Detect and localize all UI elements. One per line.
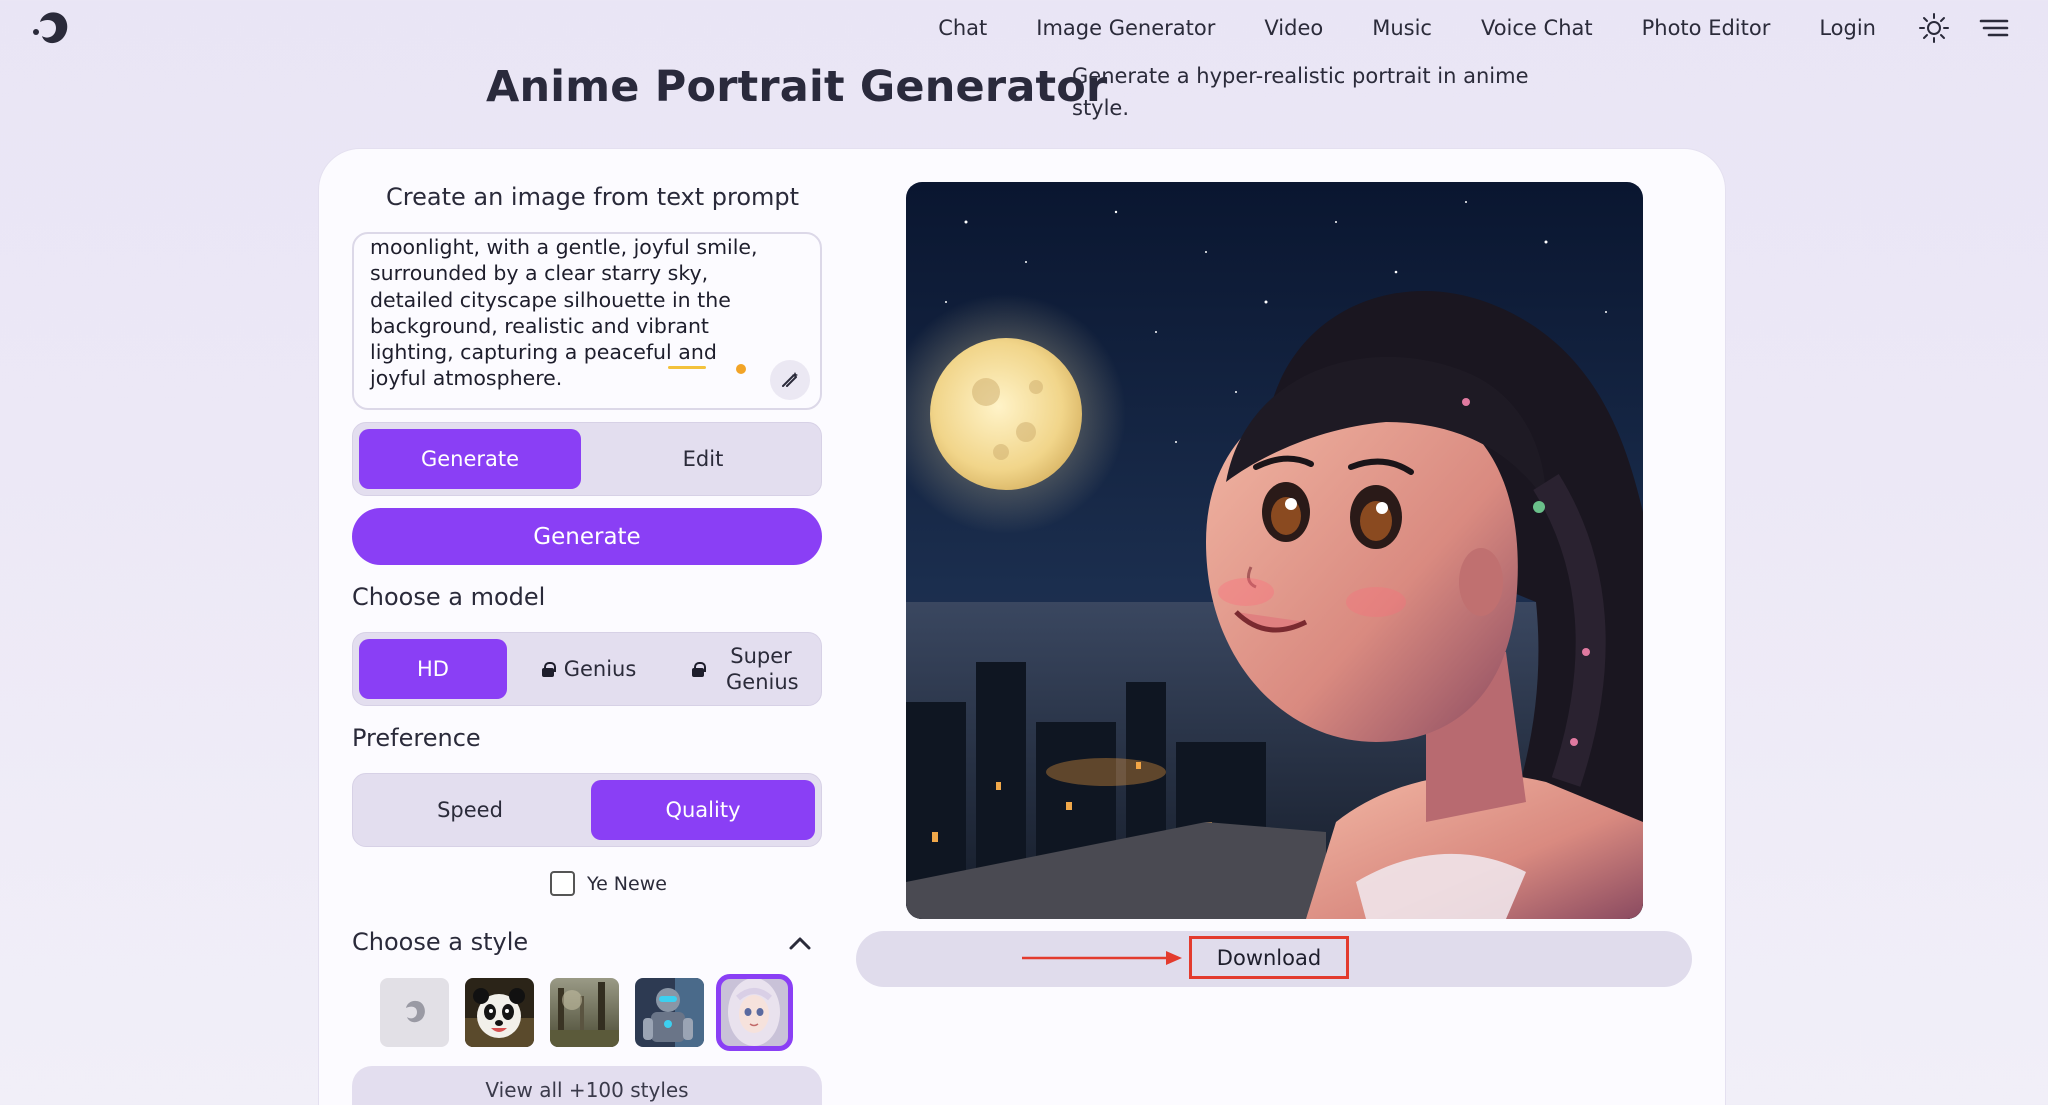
nav-chat[interactable]: Chat (938, 16, 987, 40)
model-option-super-genius-label: Super Genius (726, 644, 799, 694)
enhance-prompt-button[interactable] (770, 360, 810, 400)
style-thumb-robot[interactable] (635, 978, 704, 1047)
status-dot (736, 364, 746, 374)
chevron-up-icon[interactable] (788, 934, 812, 952)
preference-selector: Speed Quality (352, 773, 822, 847)
preference-speed[interactable]: Speed (359, 780, 581, 840)
style-thumbnails (380, 974, 805, 1051)
panda-image (465, 978, 534, 1047)
nav-login[interactable]: Login (1819, 16, 1876, 40)
preference-label: Preference (352, 724, 481, 752)
nav-video[interactable]: Video (1264, 16, 1323, 40)
spellcheck-underline (668, 366, 706, 369)
style-thumb-forest[interactable] (550, 978, 619, 1047)
anime-girl-image (720, 978, 789, 1047)
style-thumb-anime-girl[interactable] (716, 974, 793, 1051)
generated-image (906, 182, 1643, 919)
top-nav: Chat Image Generator Video Music Voice C… (938, 0, 2048, 56)
model-option-genius[interactable]: Genius (515, 639, 663, 699)
ye-newe-label: Ye Newe (587, 872, 667, 895)
model-label: Choose a model (352, 583, 546, 611)
page-title: Anime Portrait Generator (486, 62, 1108, 112)
nav-image-generator[interactable]: Image Generator (1036, 16, 1215, 40)
style-thumb-default[interactable] (380, 978, 449, 1047)
hamburger-menu-icon[interactable] (1978, 12, 2010, 44)
lock-icon (692, 662, 706, 677)
arrow-right-icon (1022, 951, 1182, 965)
tab-edit[interactable]: Edit (591, 429, 815, 489)
style-label: Choose a style (352, 928, 529, 956)
model-option-hd[interactable]: HD (359, 639, 507, 699)
ye-newe-option[interactable]: Ye Newe (550, 871, 667, 896)
download-button[interactable]: Download (1189, 936, 1349, 979)
tab-generate[interactable]: Generate (359, 429, 581, 489)
theme-toggle-sun-icon[interactable] (1918, 12, 1950, 44)
default-style-logo-icon (406, 1000, 425, 1023)
preference-quality[interactable]: Quality (591, 780, 815, 840)
magic-wand-icon (782, 372, 798, 387)
generate-button[interactable]: Generate (352, 508, 822, 565)
model-option-super-genius[interactable]: Super Genius (671, 639, 817, 699)
model-selector: HD Genius Super Genius (352, 632, 822, 706)
generated-portrait-image (906, 182, 1643, 919)
mode-tabs: Generate Edit (352, 422, 822, 496)
nav-photo-editor[interactable]: Photo Editor (1642, 16, 1771, 40)
forest-image (550, 978, 619, 1047)
nav-music[interactable]: Music (1372, 16, 1432, 40)
prompt-heading: Create an image from text prompt (386, 183, 800, 211)
logo-icon[interactable] (30, 8, 72, 50)
prompt-textarea[interactable]: moonlight, with a gentle, joyful smile, … (352, 232, 822, 410)
view-all-styles-button[interactable]: View all +100 styles (352, 1066, 822, 1105)
lock-icon (541, 662, 556, 677)
style-section-header[interactable]: Choose a style (352, 928, 822, 962)
robot-image (635, 978, 704, 1047)
model-option-genius-label: Genius (563, 657, 637, 681)
ye-newe-checkbox[interactable] (550, 871, 575, 896)
page-subtitle: Generate a hyper-realistic portrait in a… (1072, 64, 1529, 120)
nav-voice-chat[interactable]: Voice Chat (1481, 16, 1593, 40)
style-thumb-panda[interactable] (465, 978, 534, 1047)
